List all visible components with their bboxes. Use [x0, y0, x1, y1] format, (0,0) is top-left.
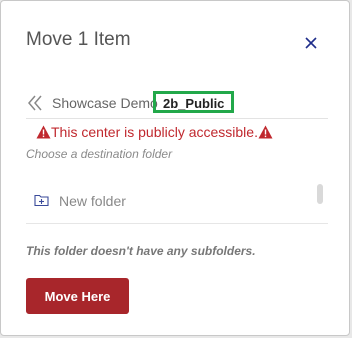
public-warning: This center is publicly accessible.	[36, 123, 273, 141]
empty-folder-message: This folder doesn't have any subfolders.	[26, 244, 256, 258]
double-chevron-left-icon[interactable]	[26, 94, 48, 112]
warning-icon	[36, 125, 51, 139]
warning-icon	[258, 125, 273, 139]
breadcrumb-parent-link[interactable]: Showcase Demo	[52, 95, 158, 111]
new-folder-label: New folder	[59, 193, 126, 209]
warning-text: This center is publicly accessible.	[51, 124, 258, 140]
divider	[26, 223, 328, 224]
breadcrumb: Showcase Demo 2b_Public	[26, 91, 326, 115]
breadcrumb-current-folder: 2b_Public	[153, 91, 235, 113]
move-item-dialog: Move 1 Item Showcase Demo 2b_Public This…	[0, 0, 350, 336]
move-here-button[interactable]: Move Here	[26, 278, 129, 314]
destination-hint: Choose a destination folder	[26, 147, 173, 161]
divider	[26, 118, 328, 119]
close-icon[interactable]	[303, 35, 319, 51]
scrollbar[interactable]	[317, 184, 323, 204]
add-folder-icon	[34, 194, 49, 207]
dialog-title: Move 1 Item	[26, 29, 131, 50]
